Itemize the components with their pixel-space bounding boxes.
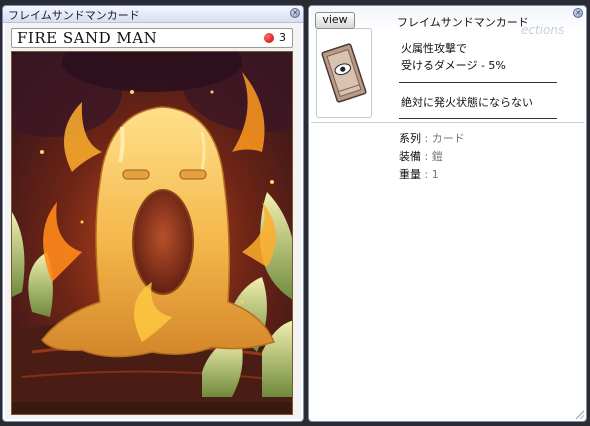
card-body: FIRE SAND MAN 3	[5, 23, 301, 419]
slot-dot-icon	[264, 33, 274, 43]
attribute-sep: :	[421, 168, 432, 181]
item-info-window: ections view フレイムサンドマンカード ✕ 火属性攻撃で 受けるダメ…	[308, 5, 587, 422]
attribute-weight: 重量 : 1	[399, 166, 439, 182]
attribute-value: 1	[431, 168, 439, 181]
attribute-value: カード	[431, 132, 465, 145]
description-line-2: 受けるダメージ - 5%	[401, 59, 506, 72]
card-window-titlebar[interactable]: フレイムサンドマンカード ✕	[3, 6, 303, 23]
resize-handle-icon[interactable]	[574, 409, 584, 419]
card-item-icon	[321, 43, 367, 103]
attribute-type: 系列 : カード	[399, 130, 465, 146]
card-name-bar: FIRE SAND MAN 3	[11, 28, 293, 48]
description-line-1: 火属性攻撃で	[401, 42, 467, 55]
card-window-title: フレイムサンドマンカード	[8, 9, 140, 22]
card-window: フレイムサンドマンカード ✕ FIRE SAND MAN 3	[2, 5, 304, 422]
slot-count: 3	[279, 31, 286, 44]
description-line-3: 絶対に発火状態にならない	[401, 96, 533, 109]
item-image-box	[316, 28, 372, 118]
divider	[399, 118, 557, 119]
divider	[399, 82, 557, 83]
fire-sand-man-illustration	[12, 52, 292, 402]
attribute-sep: :	[421, 150, 432, 163]
close-icon[interactable]: ✕	[290, 8, 300, 18]
card-name: FIRE SAND MAN	[17, 29, 158, 47]
attribute-key: 重量	[399, 168, 421, 181]
close-icon[interactable]: ✕	[573, 8, 583, 18]
view-button[interactable]: view	[315, 12, 355, 29]
card-illustration	[11, 51, 293, 415]
item-title: フレイムサンドマンカード	[397, 16, 529, 29]
attribute-sep: :	[421, 132, 432, 145]
attribute-key: 装備	[399, 150, 421, 163]
attribute-key: 系列	[399, 132, 421, 145]
attribute-equip: 装備 : 鎧	[399, 148, 443, 164]
attribute-value: 鎧	[431, 150, 443, 163]
